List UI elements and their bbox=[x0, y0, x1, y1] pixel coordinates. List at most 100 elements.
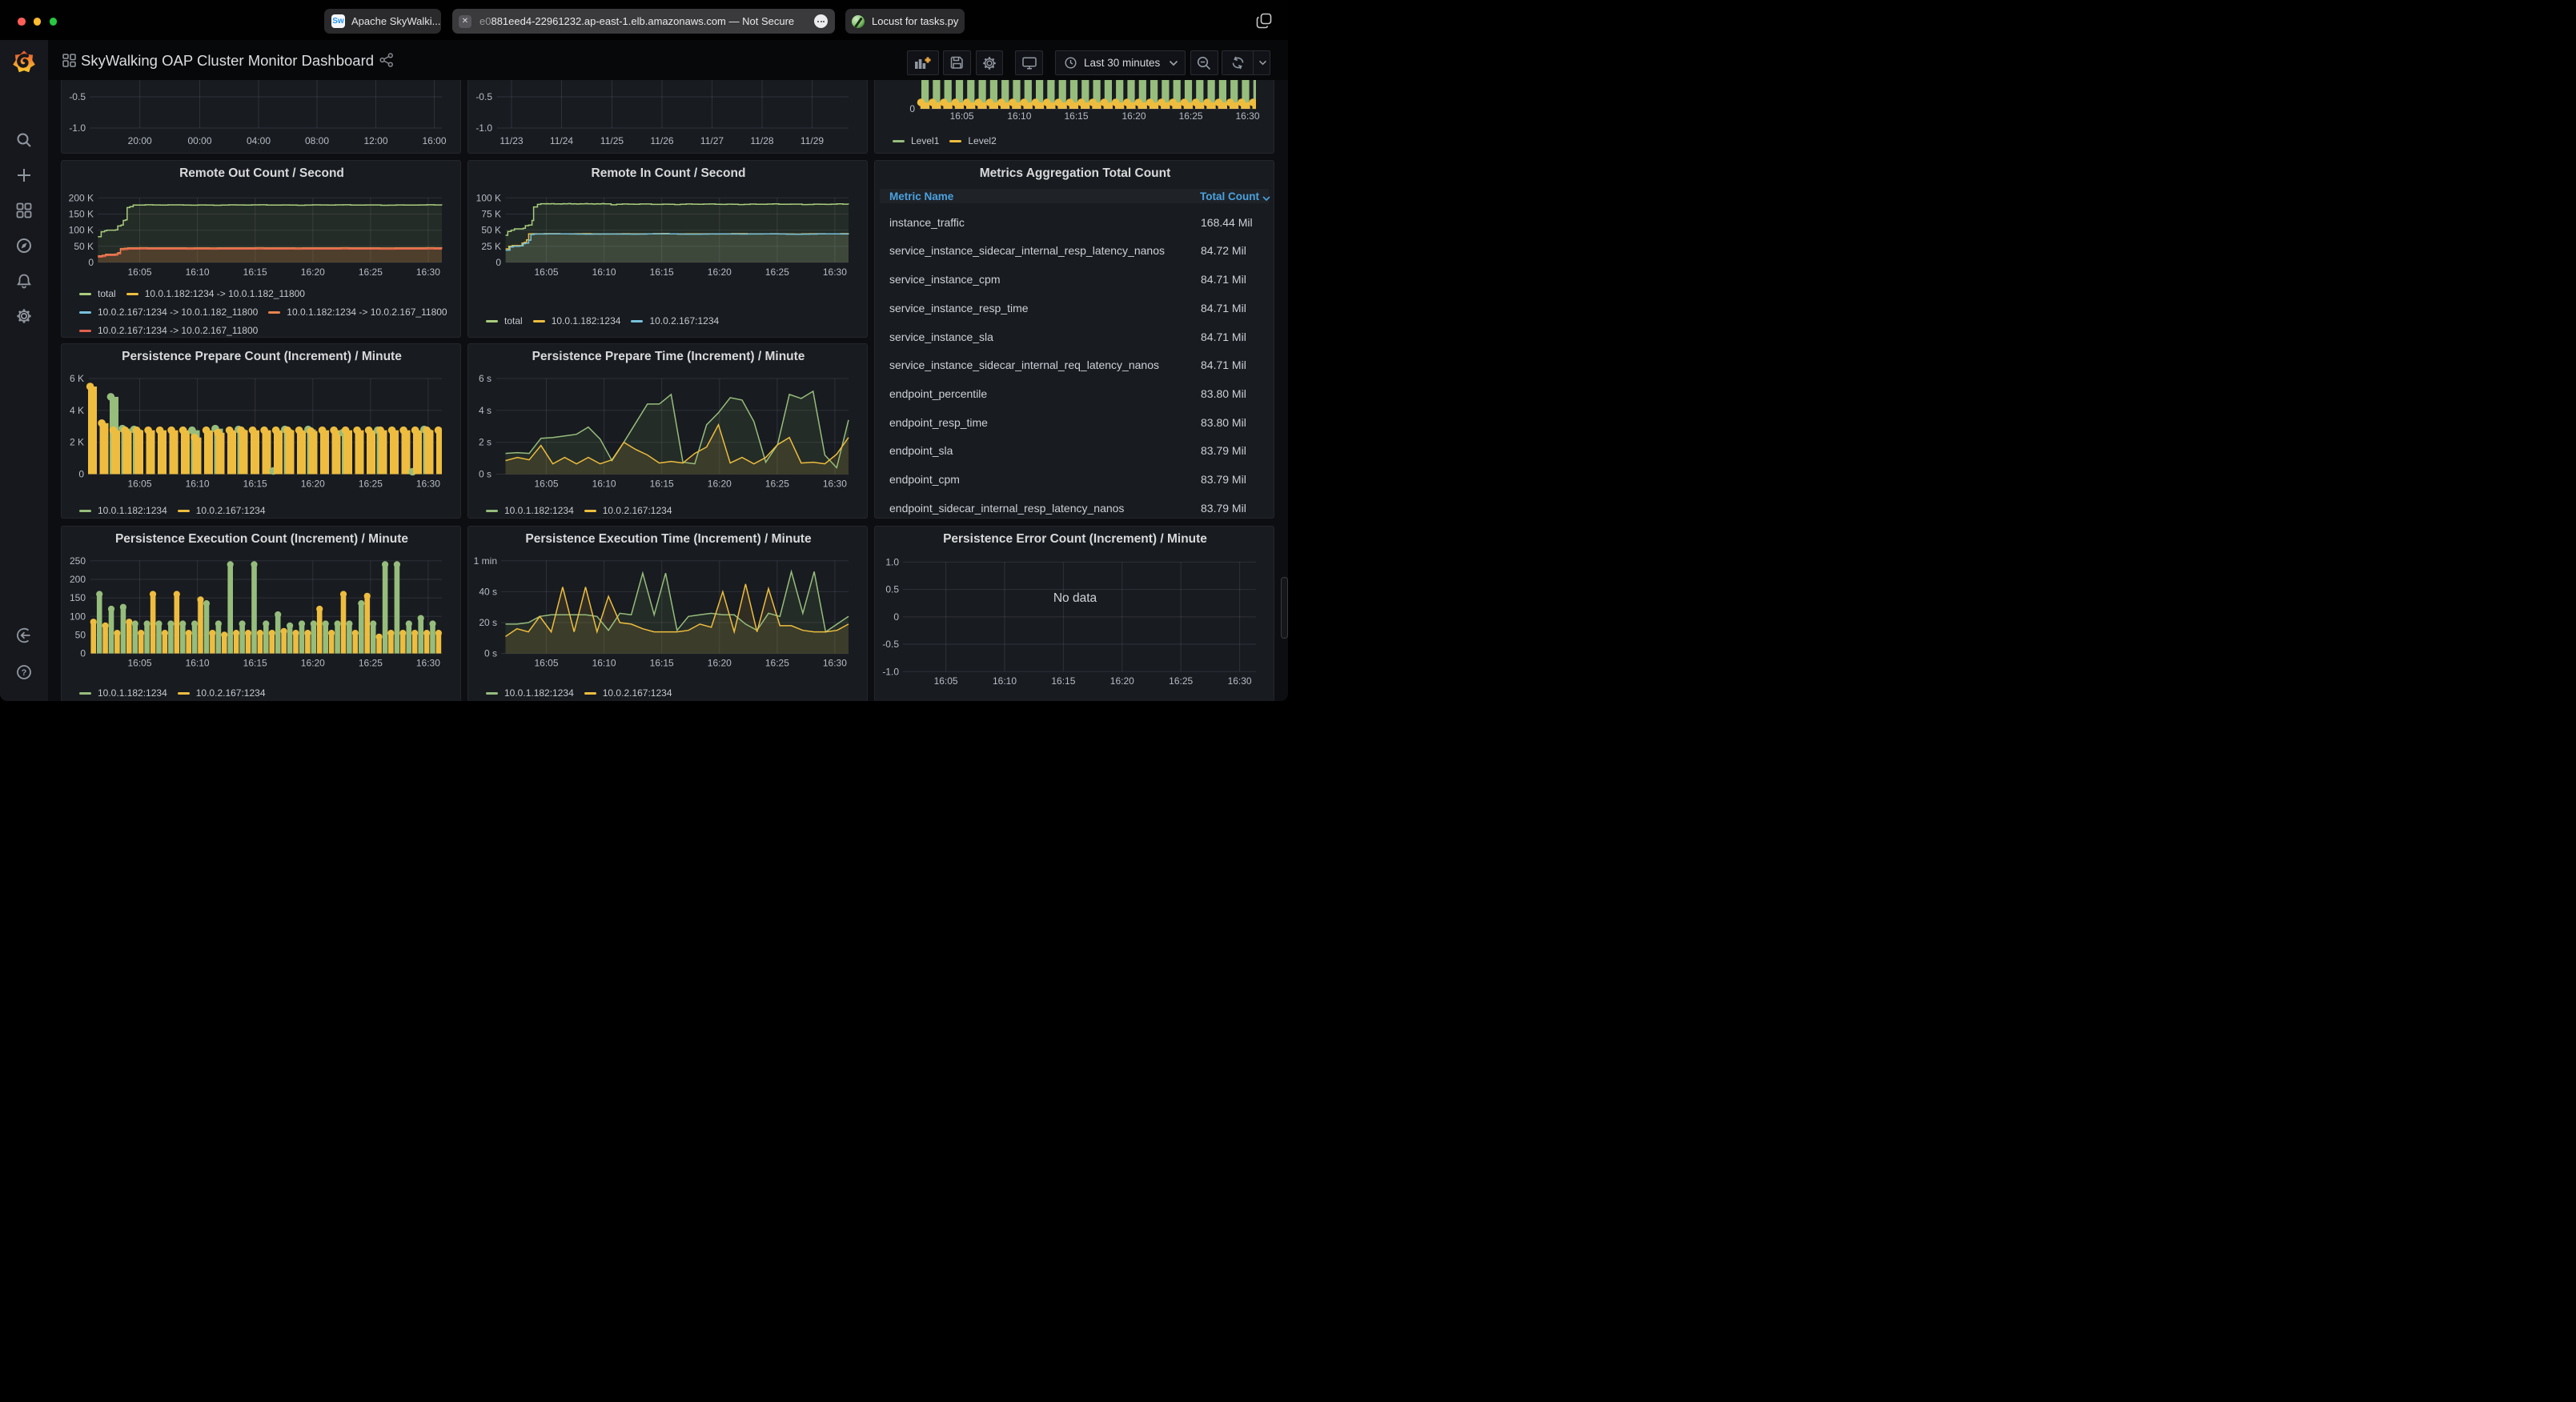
svg-text:12:00: 12:00 bbox=[363, 135, 387, 146]
svg-text:100 K: 100 K bbox=[69, 225, 94, 236]
svg-text:0: 0 bbox=[893, 611, 899, 623]
svg-text:50: 50 bbox=[75, 629, 86, 640]
svg-text:16:25: 16:25 bbox=[1179, 110, 1203, 122]
svg-text:250: 250 bbox=[70, 555, 86, 567]
svg-text:16:05: 16:05 bbox=[127, 658, 151, 669]
svg-text:6 s: 6 s bbox=[479, 373, 492, 384]
svg-text:-0.5: -0.5 bbox=[69, 91, 86, 102]
svg-text:16:10: 16:10 bbox=[186, 658, 210, 669]
svg-text:16:05: 16:05 bbox=[534, 479, 558, 490]
svg-text:0 s: 0 s bbox=[479, 469, 492, 480]
svg-text:-0.5: -0.5 bbox=[882, 639, 899, 650]
svg-text:100 K: 100 K bbox=[476, 192, 501, 203]
svg-text:16:30: 16:30 bbox=[416, 479, 440, 490]
svg-text:16:20: 16:20 bbox=[301, 479, 325, 490]
svg-text:0: 0 bbox=[78, 469, 84, 480]
svg-text:16:25: 16:25 bbox=[765, 266, 789, 278]
svg-text:50 K: 50 K bbox=[481, 225, 501, 236]
svg-text:16:15: 16:15 bbox=[1064, 110, 1088, 122]
svg-text:04:00: 04:00 bbox=[247, 135, 271, 146]
svg-text:16:25: 16:25 bbox=[359, 658, 383, 669]
svg-text:16:10: 16:10 bbox=[186, 479, 210, 490]
svg-text:-0.5: -0.5 bbox=[475, 91, 492, 102]
svg-text:20:00: 20:00 bbox=[128, 135, 152, 146]
svg-text:-1.0: -1.0 bbox=[475, 122, 492, 134]
svg-text:16:10: 16:10 bbox=[993, 675, 1017, 687]
svg-text:20 s: 20 s bbox=[479, 617, 497, 628]
svg-text:16:05: 16:05 bbox=[127, 479, 151, 490]
svg-text:No data: No data bbox=[1053, 591, 1097, 605]
svg-text:100: 100 bbox=[70, 611, 86, 622]
svg-text:0: 0 bbox=[88, 257, 94, 268]
svg-text:11/26: 11/26 bbox=[650, 135, 673, 146]
svg-text:6 K: 6 K bbox=[70, 373, 84, 384]
svg-text:16:25: 16:25 bbox=[765, 479, 789, 490]
svg-text:150: 150 bbox=[70, 592, 86, 603]
svg-text:16:20: 16:20 bbox=[1121, 110, 1146, 122]
svg-text:16:05: 16:05 bbox=[934, 675, 958, 687]
svg-text:08:00: 08:00 bbox=[305, 135, 329, 146]
svg-text:-1.0: -1.0 bbox=[882, 666, 899, 677]
svg-text:-1.0: -1.0 bbox=[69, 122, 86, 134]
svg-text:11/23: 11/23 bbox=[500, 135, 523, 146]
svg-text:16:30: 16:30 bbox=[823, 658, 847, 669]
svg-text:0: 0 bbox=[909, 103, 915, 114]
svg-text:16:20: 16:20 bbox=[708, 658, 732, 669]
svg-text:16:10: 16:10 bbox=[1007, 110, 1031, 122]
svg-text:16:00: 16:00 bbox=[422, 135, 446, 146]
svg-text:200: 200 bbox=[70, 574, 86, 585]
svg-text:00:00: 00:00 bbox=[187, 135, 211, 146]
svg-text:16:20: 16:20 bbox=[1110, 675, 1134, 687]
svg-text:16:20: 16:20 bbox=[708, 479, 732, 490]
svg-text:16:25: 16:25 bbox=[1169, 675, 1193, 687]
svg-text:200 K: 200 K bbox=[69, 192, 94, 203]
svg-text:4 s: 4 s bbox=[479, 405, 492, 416]
svg-text:16:15: 16:15 bbox=[243, 479, 267, 490]
svg-text:11/28: 11/28 bbox=[750, 135, 773, 146]
svg-text:16:10: 16:10 bbox=[592, 479, 616, 490]
svg-text:16:15: 16:15 bbox=[243, 658, 267, 669]
svg-text:16:30: 16:30 bbox=[416, 266, 440, 278]
svg-text:2 K: 2 K bbox=[70, 437, 84, 448]
svg-text:16:15: 16:15 bbox=[650, 266, 674, 278]
svg-text:40 s: 40 s bbox=[479, 586, 497, 597]
svg-text:16:30: 16:30 bbox=[823, 479, 847, 490]
svg-text:0: 0 bbox=[496, 257, 501, 268]
svg-text:16:30: 16:30 bbox=[1228, 675, 1252, 687]
svg-text:11/27: 11/27 bbox=[700, 135, 724, 146]
svg-text:50 K: 50 K bbox=[74, 241, 94, 252]
svg-text:16:20: 16:20 bbox=[301, 658, 325, 669]
svg-text:0 s: 0 s bbox=[484, 648, 497, 659]
svg-text:2 s: 2 s bbox=[479, 437, 492, 448]
svg-text:11/24: 11/24 bbox=[550, 135, 573, 146]
svg-text:4 K: 4 K bbox=[70, 405, 84, 416]
svg-text:16:30: 16:30 bbox=[416, 658, 440, 669]
svg-text:16:30: 16:30 bbox=[1235, 110, 1259, 122]
svg-text:16:25: 16:25 bbox=[765, 658, 789, 669]
svg-text:0.5: 0.5 bbox=[885, 584, 899, 595]
svg-text:0: 0 bbox=[80, 648, 86, 659]
svg-text:16:05: 16:05 bbox=[534, 266, 558, 278]
svg-text:16:05: 16:05 bbox=[950, 110, 974, 122]
svg-text:16:15: 16:15 bbox=[1051, 675, 1075, 687]
svg-text:11/29: 11/29 bbox=[800, 135, 824, 146]
svg-text:16:15: 16:15 bbox=[243, 266, 267, 278]
svg-text:75 K: 75 K bbox=[481, 209, 501, 220]
svg-text:16:25: 16:25 bbox=[359, 266, 383, 278]
svg-text:16:10: 16:10 bbox=[592, 658, 616, 669]
svg-text:16:25: 16:25 bbox=[359, 479, 383, 490]
svg-text:16:10: 16:10 bbox=[186, 266, 210, 278]
svg-text:16:20: 16:20 bbox=[301, 266, 325, 278]
svg-text:11/25: 11/25 bbox=[600, 135, 624, 146]
svg-text:16:05: 16:05 bbox=[534, 658, 558, 669]
svg-text:16:10: 16:10 bbox=[592, 266, 616, 278]
svg-text:16:20: 16:20 bbox=[708, 266, 732, 278]
svg-text:16:05: 16:05 bbox=[127, 266, 151, 278]
svg-text:150 K: 150 K bbox=[69, 209, 94, 220]
svg-text:1 min: 1 min bbox=[474, 555, 497, 567]
svg-text:25 K: 25 K bbox=[481, 241, 501, 252]
svg-text:16:15: 16:15 bbox=[650, 479, 674, 490]
svg-text:?: ? bbox=[22, 668, 27, 678]
svg-text:1.0: 1.0 bbox=[885, 556, 899, 567]
svg-text:16:30: 16:30 bbox=[823, 266, 847, 278]
